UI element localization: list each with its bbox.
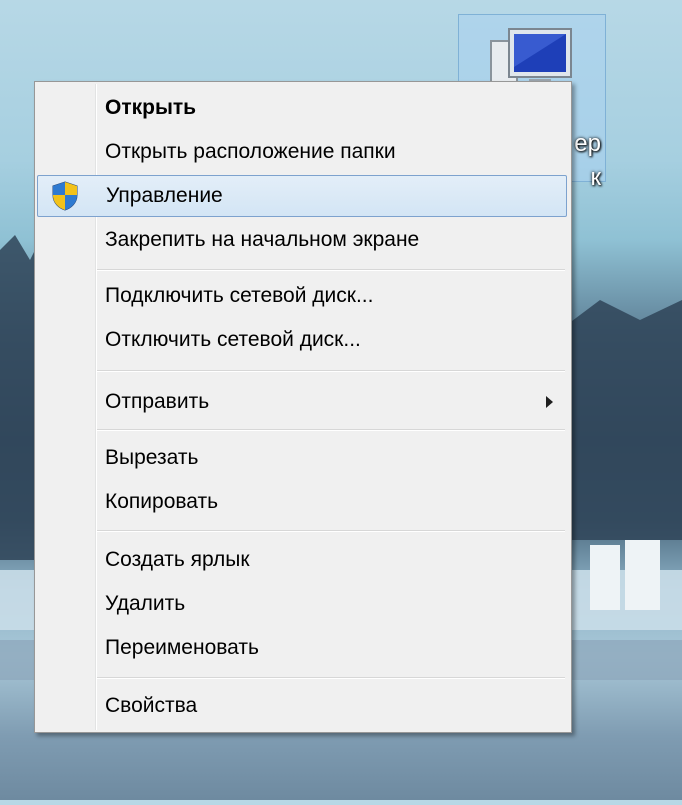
menu-item-open-folder-location[interactable]: Открыть расположение папки xyxy=(37,131,567,173)
menu-separator xyxy=(97,429,565,431)
menu-item-map-network-drive[interactable]: Подключить сетевой диск... xyxy=(37,275,567,317)
menu-item-send-to[interactable]: Отправить xyxy=(37,381,567,423)
menu-separator xyxy=(97,677,565,679)
menu-item-manage[interactable]: Управление xyxy=(37,175,567,217)
menu-item-create-shortcut[interactable]: Создать ярлык xyxy=(37,539,567,581)
menu-item-pin-to-start[interactable]: Закрепить на начальном экране xyxy=(37,219,567,261)
menu-item-rename[interactable]: Переименовать xyxy=(37,627,567,669)
menu-item-label: Открыть xyxy=(105,96,197,119)
menu-item-label: Удалить xyxy=(105,592,186,615)
menu-item-properties[interactable]: Свойства xyxy=(37,685,567,727)
menu-item-copy[interactable]: Копировать xyxy=(37,481,567,523)
menu-item-label: Копировать xyxy=(105,490,219,513)
menu-item-label: Подключить сетевой диск... xyxy=(105,284,374,307)
menu-item-label: Переименовать xyxy=(105,636,259,659)
uac-shield-icon xyxy=(52,181,78,211)
menu-item-cut[interactable]: Вырезать xyxy=(37,437,567,479)
menu-item-label: Вырезать xyxy=(105,446,199,469)
menu-item-delete[interactable]: Удалить xyxy=(37,583,567,625)
menu-separator xyxy=(97,530,565,532)
menu-separator xyxy=(97,370,565,372)
context-menu: Открыть Открыть расположение папки Управле… xyxy=(34,81,572,733)
menu-separator xyxy=(97,269,565,271)
menu-item-label: Отключить сетевой диск... xyxy=(105,328,361,351)
menu-item-disconnect-network-drive[interactable]: Отключить сетевой диск... xyxy=(37,319,567,361)
submenu-arrow-icon xyxy=(546,396,553,408)
menu-item-label: Открыть расположение папки xyxy=(105,140,396,163)
menu-item-label: Свойства xyxy=(105,694,198,717)
menu-item-open[interactable]: Открыть xyxy=(37,87,567,129)
menu-item-label: Создать ярлык xyxy=(105,548,250,571)
menu-item-label: Закрепить на начальном экране xyxy=(105,228,420,251)
menu-item-label: Управление xyxy=(106,184,223,207)
menu-item-label: Отправить xyxy=(105,390,210,413)
